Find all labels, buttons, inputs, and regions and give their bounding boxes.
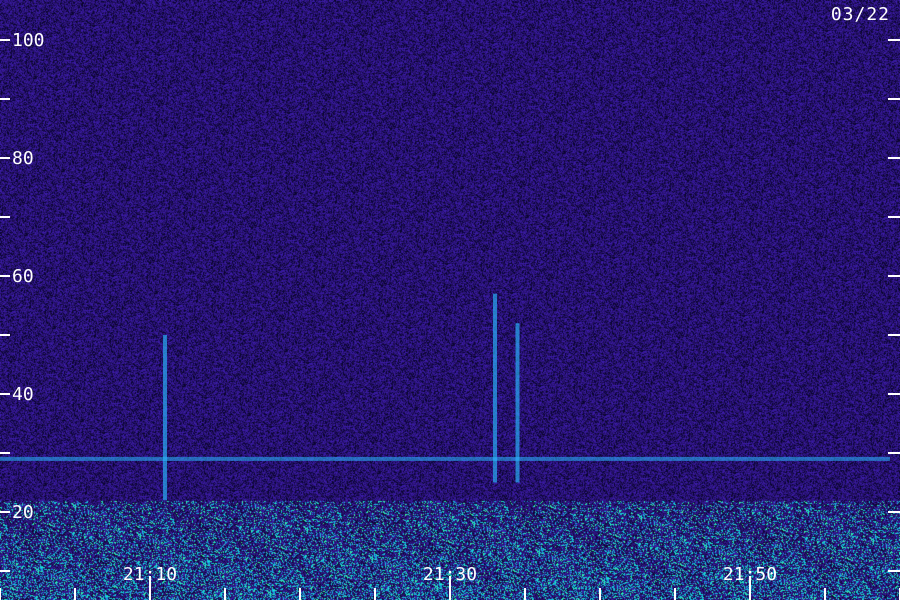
spectrogram-chart: 100 80 60 40 20 21:10 21:30 21:50 — [0, 0, 900, 600]
y-tick-label: 80 — [12, 148, 34, 169]
y-tick-label: 20 — [12, 502, 34, 523]
vertical-burst-1 — [163, 335, 167, 501]
x-tick-label: 21:30 — [423, 564, 477, 585]
x-tick-label: 21:50 — [723, 564, 777, 585]
continuous-band — [0, 456, 890, 461]
date-label: 03/22 — [830, 4, 890, 25]
spectrogram-noise — [0, 0, 900, 600]
y-tick-label: 40 — [12, 384, 34, 405]
vertical-burst-3 — [515, 323, 520, 483]
y-tick-label: 60 — [12, 266, 34, 287]
x-tick-label: 21:10 — [123, 564, 177, 585]
vertical-burst-2 — [493, 293, 497, 483]
y-tick-label: 100 — [12, 30, 45, 51]
